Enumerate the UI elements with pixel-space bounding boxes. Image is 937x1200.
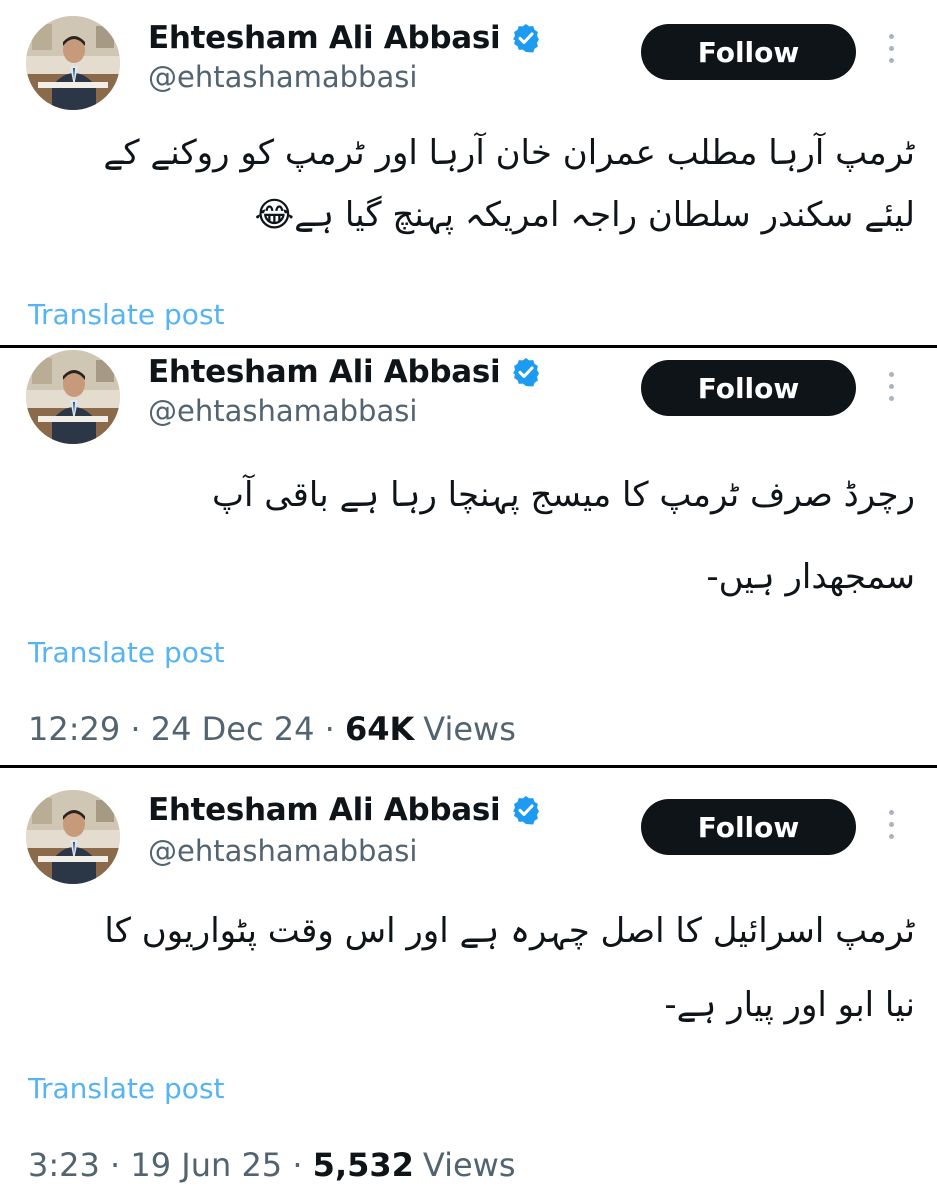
post-text: ٹرمپ اسرائیل کا اصل چہرہ ہے اور اس وقت پ… [104,900,915,1036]
verified-badge-icon [513,24,540,53]
views-count: 64K [344,710,415,748]
follow-button[interactable]: Follow [641,24,856,80]
post-date[interactable]: 19 Jun 25 [130,1146,282,1184]
verified-badge-icon [513,358,540,387]
display-name[interactable]: Ehtesham Ali Abbasi [148,354,501,390]
separator: · [314,710,345,748]
user-handle[interactable]: @ehtashamabbasi [148,60,417,94]
post-text-line: ٹرمپ اسرائیل کا اصل چہرہ ہے اور اس وقت پ… [104,911,915,951]
tweet-card-2: Ehtesham Ali Abbasi @ehtashamabbasi Foll… [0,348,937,764]
separator: · [99,1146,131,1184]
user-handle[interactable]: @ehtashamabbasi [148,834,417,868]
avatar[interactable] [26,790,120,884]
post-text-line: لیئے سکندر سلطان راجہ امریکہ پہنچ گیا ہے… [254,195,915,235]
avatar-photo [26,16,120,110]
translate-post-link[interactable]: Translate post [28,1072,225,1105]
more-options-icon[interactable] [881,34,901,72]
avatar-photo [26,790,120,884]
verified-badge-icon [513,796,540,825]
display-name[interactable]: Ehtesham Ali Abbasi [148,792,501,828]
follow-button[interactable]: Follow [641,799,856,855]
tweet-card-1: Ehtesham Ali Abbasi @ehtashamabbasi Foll… [0,0,937,344]
separator: · [120,710,151,748]
post-time[interactable]: 3:23 [28,1146,100,1184]
more-options-icon[interactable] [881,810,901,848]
post-text-line: ٹرمپ آرہا مطلب عمران خان آرہا اور ٹرمپ ک… [103,133,915,173]
separator: · [282,1146,313,1184]
views-count: 5,532 [312,1146,414,1184]
display-name[interactable]: Ehtesham Ali Abbasi [148,20,501,56]
post-text: ٹرمپ آرہا مطلب عمران خان آرہا اور ٹرمپ ک… [103,122,915,246]
avatar-photo [26,350,120,444]
post-meta: 3:23 · 19 Jun 25 · 5,532 Views [28,1146,516,1184]
translate-post-link[interactable]: Translate post [28,636,225,669]
follow-button[interactable]: Follow [641,360,856,416]
post-meta: 12:29 · 24 Dec 24 · 64K Views [28,710,516,748]
tweet-card-3: Ehtesham Ali Abbasi @ehtashamabbasi Foll… [0,768,937,1200]
more-options-icon[interactable] [881,372,901,410]
post-time[interactable]: 12:29 [28,710,120,748]
post-text-line: سمجھدار ہیں- [706,557,915,597]
views-label: Views [422,1146,516,1184]
avatar[interactable] [26,16,120,110]
post-text-line: رچرڈ صرف ٹرمپ کا میسج پہنچا رہا ہے باقی … [212,475,915,515]
post-text: رچرڈ صرف ٹرمپ کا میسج پہنچا رہا ہے باقی … [212,464,915,608]
avatar[interactable] [26,350,120,444]
translate-post-link[interactable]: Translate post [28,298,225,331]
post-text-line: نیا ابو اور پیار ہے- [664,985,915,1025]
post-date[interactable]: 24 Dec 24 [151,710,315,748]
user-handle[interactable]: @ehtashamabbasi [148,394,417,428]
views-label: Views [423,710,516,748]
